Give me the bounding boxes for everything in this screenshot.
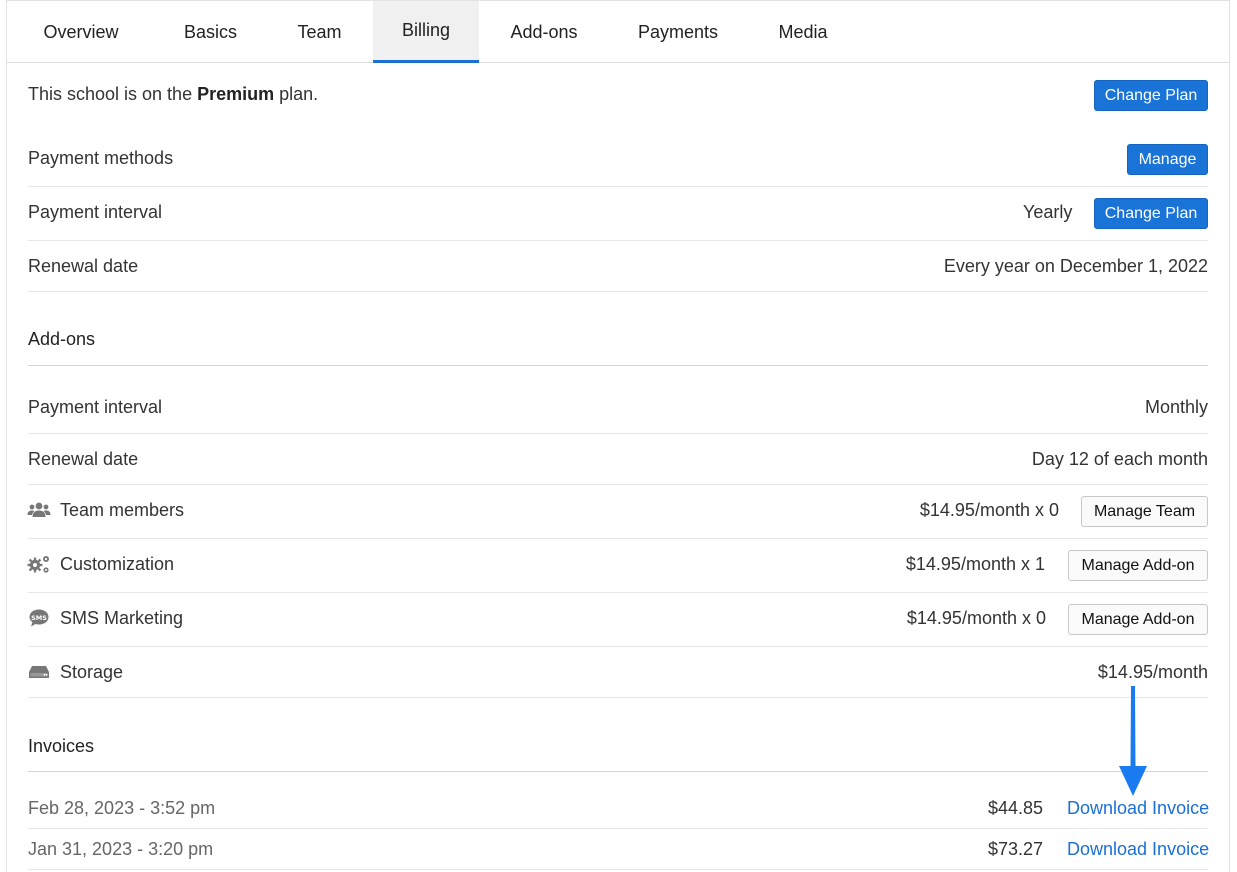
manage-team-button[interactable]: Manage Team xyxy=(1081,496,1208,527)
renewal-date-value: Every year on December 1, 2022 xyxy=(943,256,1208,276)
divider xyxy=(28,240,1208,241)
add-ons-interval-label: Payment interval xyxy=(28,397,163,417)
divider xyxy=(28,697,1208,698)
payment-interval-value: Yearly xyxy=(1023,202,1073,222)
billing-panel xyxy=(6,0,1230,872)
tab-team[interactable]: Team xyxy=(266,1,373,63)
sms-bubble-icon: SMS xyxy=(27,608,51,628)
tab-payments[interactable]: Payments xyxy=(609,1,747,63)
tab-billing[interactable]: Billing xyxy=(373,1,479,63)
manage-payment-methods-button[interactable]: Manage xyxy=(1127,144,1208,175)
renewal-date-label: Renewal date xyxy=(28,256,139,276)
divider xyxy=(28,291,1208,292)
hard-drive-icon xyxy=(27,662,51,682)
plan-suffix: plan. xyxy=(274,84,319,104)
divider xyxy=(28,484,1208,485)
add-ons-heading: Add-ons xyxy=(28,329,96,349)
gears-icon xyxy=(27,554,51,574)
payment-interval-label: Payment interval xyxy=(28,202,163,222)
divider xyxy=(28,869,1208,870)
sms-marketing-price: $14.95/month x 0 xyxy=(906,608,1046,628)
tab-add-ons[interactable]: Add-ons xyxy=(479,1,609,63)
invoice-date: Jan 31, 2023 - 3:20 pm xyxy=(28,839,214,859)
divider xyxy=(28,771,1208,772)
download-invoice-link[interactable]: Download Invoice xyxy=(1067,797,1209,819)
invoice-amount: $44.85 xyxy=(987,798,1043,818)
team-members-label: Team members xyxy=(60,500,185,520)
divider xyxy=(28,538,1208,539)
change-interval-button[interactable]: Change Plan xyxy=(1094,198,1208,229)
team-members-price: $14.95/month x 0 xyxy=(919,500,1059,520)
plan-summary: This school is on the Premium plan. xyxy=(28,83,318,105)
change-plan-button[interactable]: Change Plan xyxy=(1094,80,1208,111)
invoice-date: Feb 28, 2023 - 3:52 pm xyxy=(28,798,216,818)
divider xyxy=(28,592,1208,593)
add-ons-renewal-value: Day 12 of each month xyxy=(1031,449,1208,469)
invoice-amount: $73.27 xyxy=(987,839,1043,859)
annotation-arrow-icon xyxy=(1119,686,1147,796)
tab-basics[interactable]: Basics xyxy=(155,1,266,63)
divider xyxy=(28,433,1208,434)
tab-bar: Overview Basics Team Billing Add-ons Pay… xyxy=(6,0,1230,63)
divider xyxy=(28,186,1208,187)
sms-marketing-label: SMS Marketing xyxy=(60,608,184,628)
download-invoice-link[interactable]: Download Invoice xyxy=(1067,838,1209,860)
divider xyxy=(28,828,1208,829)
manage-customization-button[interactable]: Manage Add-on xyxy=(1068,550,1208,581)
manage-sms-button[interactable]: Manage Add-on xyxy=(1068,604,1208,635)
customization-label: Customization xyxy=(60,554,175,574)
storage-price: $14.95/month xyxy=(1097,662,1208,682)
divider xyxy=(28,365,1208,366)
add-ons-interval-value: Monthly xyxy=(1144,397,1208,417)
svg-text:SMS: SMS xyxy=(31,614,47,622)
payment-methods-label: Payment methods xyxy=(28,148,174,168)
divider xyxy=(28,646,1208,647)
invoices-heading: Invoices xyxy=(28,736,95,756)
customization-price: $14.95/month x 1 xyxy=(905,554,1045,574)
users-icon xyxy=(27,500,51,520)
add-ons-renewal-label: Renewal date xyxy=(28,449,139,469)
plan-name: Premium xyxy=(197,84,275,104)
storage-label: Storage xyxy=(60,662,124,682)
tab-overview[interactable]: Overview xyxy=(7,1,155,63)
tab-media[interactable]: Media xyxy=(747,1,859,63)
plan-prefix: This school is on the xyxy=(28,84,198,104)
